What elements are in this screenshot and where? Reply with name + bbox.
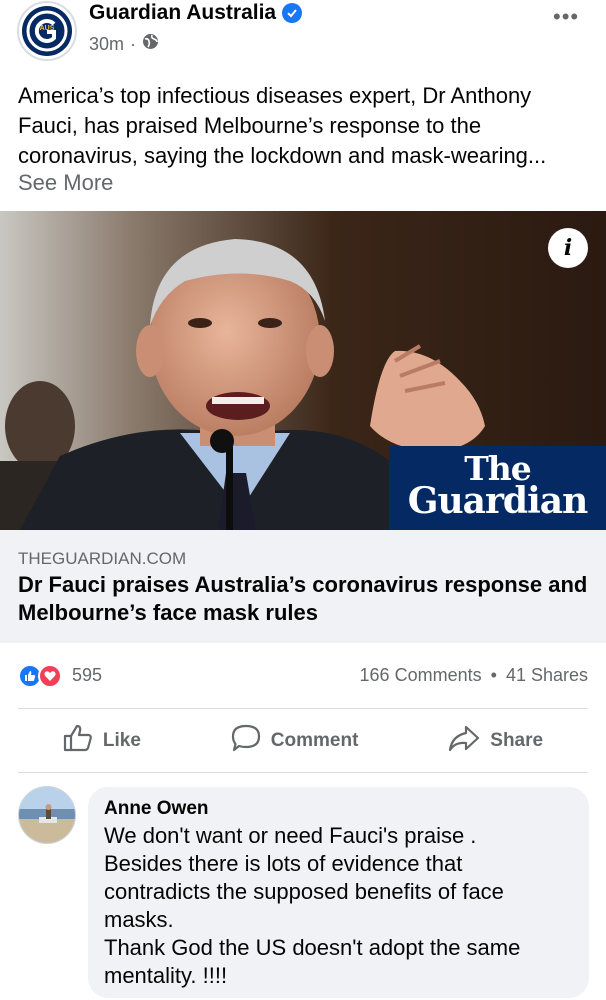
- link-title[interactable]: Dr Fauci praises Australia’s coronavirus…: [18, 571, 593, 627]
- guardian-logo: The Guardian: [389, 446, 606, 530]
- more-options-button[interactable]: •••: [553, 4, 579, 30]
- comments-count[interactable]: 166 Comments: [360, 665, 482, 685]
- beach-photo-icon: [19, 787, 75, 843]
- avatar-badge-text: AUS: [40, 25, 55, 32]
- comment-button[interactable]: Comment: [231, 724, 359, 758]
- verified-badge-icon: [282, 3, 303, 23]
- shares-count[interactable]: 41 Shares: [506, 665, 588, 685]
- page-name[interactable]: Guardian Australia: [89, 1, 303, 25]
- divider-top: [18, 708, 588, 709]
- info-button[interactable]: i: [548, 228, 588, 268]
- share-button[interactable]: Share: [448, 724, 543, 758]
- post-time[interactable]: 30m: [89, 34, 124, 55]
- comment-author[interactable]: Anne Owen: [104, 798, 209, 820]
- logo-line-guardian: Guardian: [407, 480, 589, 522]
- post-meta: 30m ·: [89, 33, 159, 55]
- like-button[interactable]: Like: [63, 724, 141, 758]
- meta-dot: ·: [130, 33, 137, 54]
- commenter-avatar[interactable]: [18, 786, 76, 844]
- page-avatar[interactable]: AUS: [17, 1, 77, 61]
- divider-bottom: [18, 772, 588, 773]
- comment-text: We don't want or need Fauci's praise . B…: [104, 823, 521, 988]
- guardian-aus-logo-icon: AUS: [22, 6, 72, 56]
- share-arrow-icon: [448, 724, 480, 758]
- engagement-counts: 166 Comments • 41 Shares: [360, 665, 588, 686]
- like-label: Like: [102, 730, 141, 751]
- page-name-text[interactable]: Guardian Australia: [89, 1, 276, 25]
- comment-bubble-icon: [231, 724, 261, 758]
- share-label: Share: [490, 730, 544, 751]
- reaction-icons[interactable]: [18, 664, 66, 688]
- love-reaction-icon: [38, 664, 62, 688]
- globe-icon: [142, 33, 159, 55]
- post-actions-bar: Like Comment Share: [18, 710, 588, 772]
- post-text: America’s top infectious diseases expert…: [18, 83, 547, 168]
- link-domain: THEGUARDIAN.COM: [18, 549, 187, 568]
- counts-separator: •: [490, 665, 497, 685]
- thumbs-up-icon: [63, 724, 93, 758]
- reactions-count[interactable]: 595: [72, 665, 102, 686]
- see-more-link[interactable]: See More: [18, 170, 113, 196]
- comment-label: Comment: [270, 730, 359, 751]
